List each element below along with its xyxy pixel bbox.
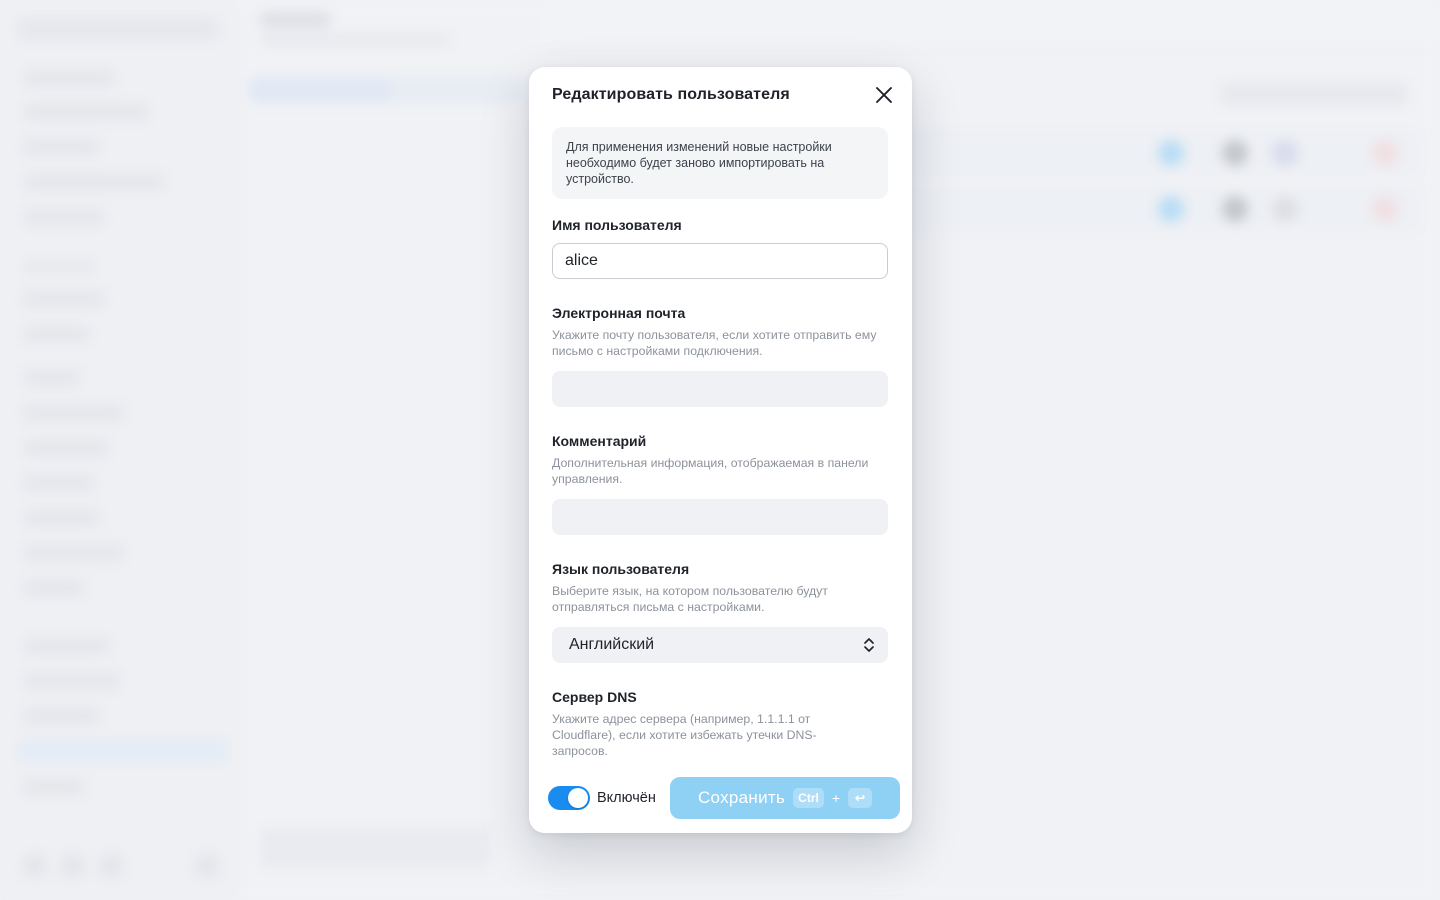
edit-user-dialog: Редактировать пользователя Для применени… [529,67,912,833]
enabled-toggle[interactable] [548,786,590,810]
save-button-label: Сохранить [697,788,786,807]
email-hint: Укажите почту пользователя, если хотите … [552,328,877,358]
enabled-toggle-label: Включён [597,790,656,806]
username-input[interactable] [552,243,888,279]
ctrl-key-badge: Ctrl [793,788,824,808]
enter-key-icon: ↩ [848,788,873,808]
comment-input[interactable] [552,499,888,535]
close-icon [876,87,892,103]
reimport-notice: Для применения изменений новые настройки… [552,127,888,199]
dialog-title: Редактировать пользователя [552,86,790,103]
language-hint: Выберите язык, на котором пользователю б… [552,584,828,614]
dns-hint: Укажите адрес сервера (например, 1.1.1.1… [552,712,817,758]
dns-label: Сервер DNS [552,689,637,705]
username-label: Имя пользователя [552,217,682,233]
language-select-value: Английский [569,636,655,653]
comment-label: Комментарий [552,433,647,449]
chevron-up-down-icon [864,638,874,652]
shortcut-plus: + [831,790,841,806]
dialog-footer: Включён Сохранить Ctrl + ↩ [529,765,912,833]
toggle-knob [568,788,588,808]
email-input[interactable] [552,371,888,407]
comment-hint: Дополнительная информация, отображаемая … [552,456,869,486]
save-button[interactable]: Сохранить Ctrl + ↩ [670,777,900,819]
close-button[interactable] [872,83,896,107]
language-select[interactable]: Английский [552,627,888,663]
language-label: Язык пользователя [552,561,690,577]
email-label: Электронная почта [552,305,686,321]
